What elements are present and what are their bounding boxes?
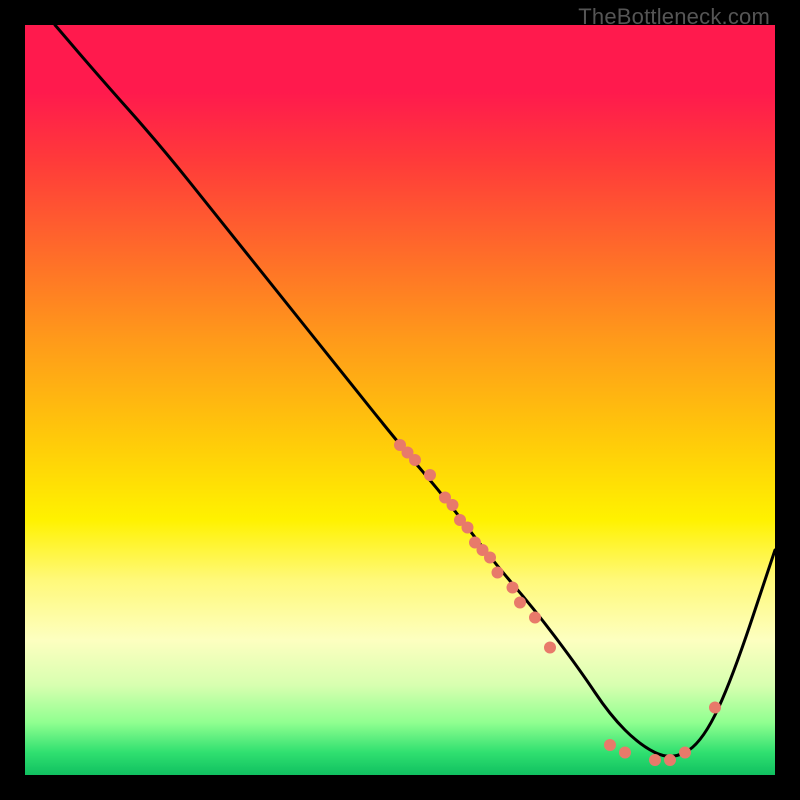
curve-marker <box>619 747 631 759</box>
curve-marker <box>492 567 504 579</box>
curve-marker <box>544 642 556 654</box>
curve-marker <box>424 469 436 481</box>
chart-plot-area <box>25 25 775 775</box>
curve-marker <box>409 454 421 466</box>
curve-marker <box>679 747 691 759</box>
curve-marker <box>649 754 661 766</box>
curve-marker <box>447 499 459 511</box>
chart-frame: TheBottleneck.com <box>0 0 800 800</box>
curve-marker <box>507 582 519 594</box>
curve-marker <box>514 597 526 609</box>
bottleneck-curve <box>55 25 775 756</box>
curve-marker <box>664 754 676 766</box>
curve-marker <box>462 522 474 534</box>
curve-marker <box>709 702 721 714</box>
curve-marker <box>484 552 496 564</box>
curve-markers <box>394 439 721 766</box>
watermark-text: TheBottleneck.com <box>578 4 770 30</box>
curve-marker <box>604 739 616 751</box>
curve-marker <box>529 612 541 624</box>
chart-svg <box>25 25 775 775</box>
